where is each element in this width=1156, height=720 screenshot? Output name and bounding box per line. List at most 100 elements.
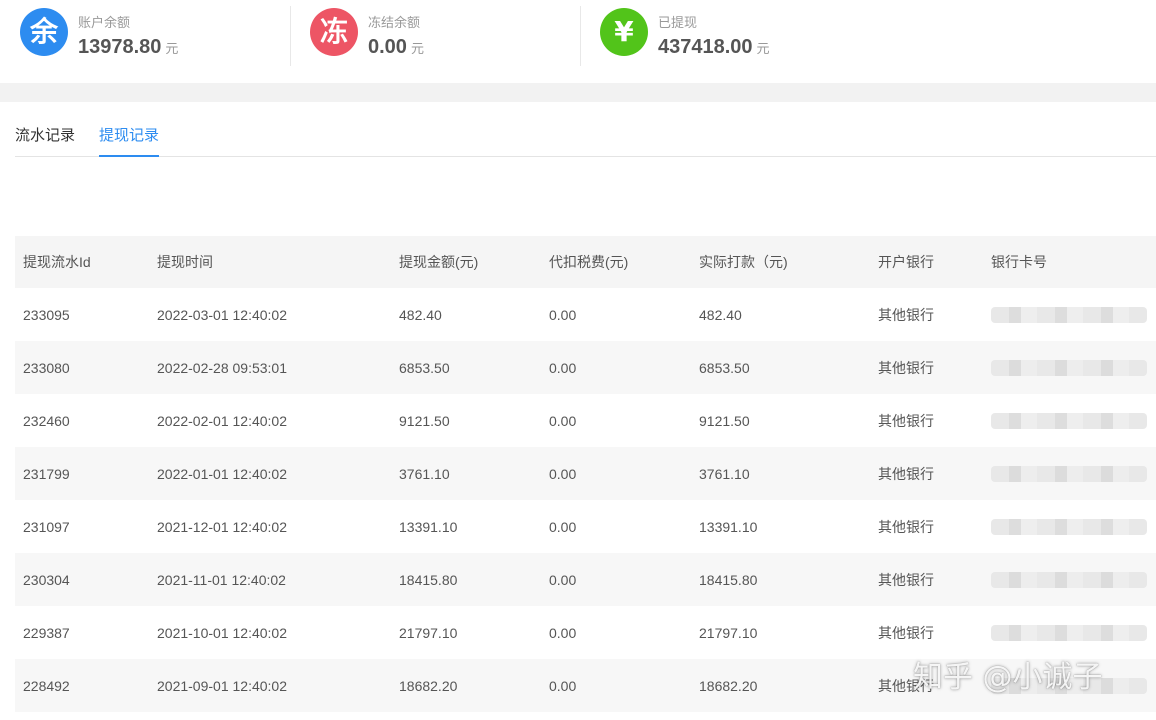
cell-bank: 其他银行 [878,465,934,482]
stat-label: 账户余额 [78,16,131,31]
cell-paid: 482.40 [699,306,742,323]
cell-time: 2021-12-01 12:40:02 [157,518,287,535]
cell-paid: 18682.20 [699,677,758,694]
redacted-card-number [991,359,1147,376]
cell-paid: 13391.10 [699,518,758,535]
column-header-card-number[interactable]: 银行卡号 [991,236,1047,288]
cell-id: 231799 [23,465,70,482]
cell-tax: 0.00 [549,624,577,641]
table-row: 233095 2022-03-01 12:40:02 482.40 0.00 482.4… [15,288,1156,341]
frozen-icon: 冻 [310,8,358,56]
cell-time: 2022-03-01 12:40:02 [157,306,287,323]
balance-icon: 余 [20,8,68,56]
cell-time: 2021-11-01 12:40:02 [157,571,286,588]
column-header-bank[interactable]: 开户银行 [878,236,934,288]
table-header: 提现流水Id 提现时间 提现金额(元) 代扣税费(元) 实际打款（元) 开户银行… [15,236,1156,288]
stat-label: 冻结余额 [368,16,421,31]
column-header-amount[interactable]: 提现金额(元) [399,236,478,288]
cell-paid: 9121.50 [699,412,750,429]
cell-bank: 其他银行 [878,412,934,429]
withdrawal-table: 提现流水Id 提现时间 提现金额(元) 代扣税费(元) 实际打款（元) 开户银行… [15,236,1156,712]
stat-frozen-balance: 冻 冻结余额 0.00 元 [290,0,580,70]
cell-amount: 21797.10 [399,624,458,641]
cell-id: 232460 [23,412,70,429]
cell-amount: 18415.80 [399,571,458,588]
column-header-paid[interactable]: 实际打款（元) [699,236,788,288]
stat-amount: 13978.80 [78,36,162,58]
cell-time: 2022-01-01 12:40:02 [157,465,287,482]
summary-stats: 余 账户余额 13978.80 元 冻 冻结余额 0.00 元 ¥ 已提现 4374… [0,0,1156,83]
cell-card-number-redacted [991,553,1147,606]
cell-time: 2022-02-28 09:53:01 [157,359,287,376]
stat-account-balance: 余 账户余额 13978.80 元 [0,0,290,70]
table-row: 231799 2022-01-01 12:40:02 3761.10 0.00 3761… [15,447,1156,500]
cell-time: 2021-10-01 12:40:02 [157,624,287,641]
redacted-card-number [991,465,1147,482]
stat-value: 437418.00 元 [658,36,770,59]
redacted-card-number [991,306,1147,323]
cell-tax: 0.00 [549,677,577,694]
cell-card-number-redacted [991,447,1147,500]
cell-tax: 0.00 [549,306,577,323]
cell-paid: 18415.80 [699,571,758,588]
cell-amount: 482.40 [399,306,442,323]
cell-time: 2021-09-01 12:40:02 [157,677,287,694]
cell-amount: 18682.20 [399,677,458,694]
cell-bank: 其他银行 [878,306,934,323]
stat-label: 已提现 [658,16,698,31]
tab-withdrawal-records[interactable]: 提现记录 [99,124,159,145]
cell-id: 229387 [23,624,70,641]
stat-amount: 437418.00 [658,36,753,58]
cell-id: 233080 [23,359,70,376]
cell-card-number-redacted [991,500,1147,553]
cell-bank: 其他银行 [878,518,934,535]
redacted-card-number [991,571,1147,588]
table-row: 230304 2021-11-01 12:40:02 18415.80 0.00 184… [15,553,1156,606]
cell-tax: 0.00 [549,412,577,429]
cell-amount: 3761.10 [399,465,450,482]
table-row: 231097 2021-12-01 12:40:02 13391.10 0.00 133… [15,500,1156,553]
stat-unit: 元 [165,42,179,57]
stat-unit: 元 [410,42,424,57]
stat-withdrawn: ¥ 已提现 437418.00 元 [580,0,880,70]
redacted-card-number [991,518,1147,535]
cell-id: 228492 [23,677,70,694]
column-header-time[interactable]: 提现时间 [157,236,213,288]
cell-id: 230304 [23,571,70,588]
cell-amount: 6853.50 [399,359,450,376]
record-tabs: 流水记录 提现记录 [15,102,1156,157]
section-separator [0,83,1156,102]
stat-unit: 元 [756,42,770,57]
cell-tax: 0.00 [549,465,577,482]
cell-paid: 3761.10 [699,465,750,482]
cell-paid: 6853.50 [699,359,750,376]
cell-paid: 21797.10 [699,624,758,641]
table-body: 233095 2022-03-01 12:40:02 482.40 0.00 482.4… [15,288,1156,712]
cell-tax: 0.00 [549,359,577,376]
cell-amount: 9121.50 [399,412,450,429]
tab-transaction-records[interactable]: 流水记录 [15,124,75,145]
redacted-card-number [991,624,1147,641]
table-row: 232460 2022-02-01 12:40:02 9121.50 0.00 9121… [15,394,1156,447]
active-tab-indicator [99,155,159,157]
column-header-id[interactable]: 提现流水Id [23,236,91,288]
cell-tax: 0.00 [549,571,577,588]
cell-id: 231097 [23,518,70,535]
watermark-text: 知乎 @小诚子 [913,660,1103,695]
cell-id: 233095 [23,306,70,323]
cell-card-number-redacted [991,394,1147,447]
cell-card-number-redacted [991,288,1147,341]
stat-value: 13978.80 元 [78,36,178,59]
table-row: 233080 2022-02-28 09:53:01 6853.50 0.00 6853… [15,341,1156,394]
stat-value: 0.00 元 [368,36,424,59]
withdrawn-icon: ¥ [600,8,648,56]
cell-bank: 其他银行 [878,359,934,376]
column-header-tax[interactable]: 代扣税费(元) [549,236,628,288]
cell-time: 2022-02-01 12:40:02 [157,412,287,429]
cell-card-number-redacted [991,341,1147,394]
redacted-card-number [991,412,1147,429]
cell-amount: 13391.10 [399,518,458,535]
cell-tax: 0.00 [549,518,577,535]
cell-bank: 其他银行 [878,571,934,588]
stat-amount: 0.00 [368,36,407,58]
